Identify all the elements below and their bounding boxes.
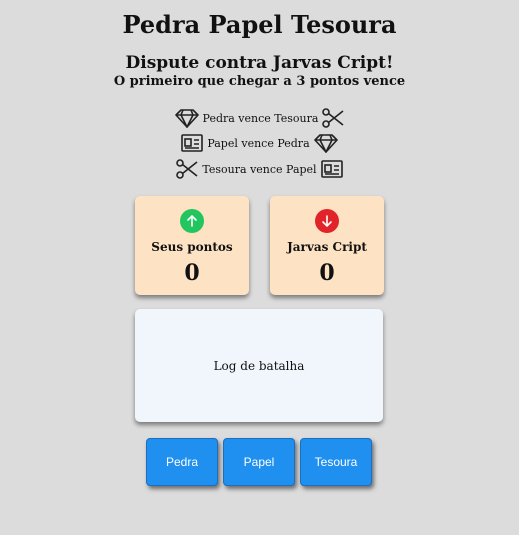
newspaper-icon <box>181 133 204 153</box>
paper-button[interactable]: Papel <box>223 438 295 486</box>
player-score-card: Seus pontos 0 <box>135 196 249 295</box>
newspaper-icon <box>320 159 343 179</box>
rule-text: Papel vence Pedra <box>207 136 310 150</box>
opponent-label: Jarvas Cript <box>287 240 367 254</box>
battle-log: Log de batalha <box>135 309 383 422</box>
subtitle: Dispute contra Jarvas Cript! <box>125 53 394 73</box>
opponent-score: 0 <box>319 260 335 286</box>
rule-text: Pedra vence Tesoura <box>202 111 319 125</box>
page-title: Pedra Papel Tesoura <box>122 10 397 39</box>
rule-text: Tesoura vence Papel <box>202 162 317 176</box>
player-score: 0 <box>184 260 200 286</box>
player-label: Seus pontos <box>151 240 233 254</box>
opponent-score-card: Jarvas Cript 0 <box>270 196 384 295</box>
scissors-button[interactable]: Tesoura <box>300 438 372 486</box>
rule-row: Papel vence Pedra <box>0 132 519 154</box>
rock-button[interactable]: Pedra <box>146 438 218 486</box>
scissors-icon <box>322 108 344 128</box>
rule-row: Tesoura vence Papel <box>0 158 519 180</box>
arrow-up-icon <box>180 209 204 233</box>
rule-row: Pedra vence Tesoura <box>0 107 519 129</box>
scissors-icon <box>176 159 198 179</box>
diamond-icon <box>174 108 199 128</box>
battle-log-text: Log de batalha <box>213 358 305 373</box>
arrow-down-icon <box>315 209 339 233</box>
tagline: O primeiro que chegar a 3 pontos vence <box>113 74 406 89</box>
diamond-icon <box>313 133 338 153</box>
